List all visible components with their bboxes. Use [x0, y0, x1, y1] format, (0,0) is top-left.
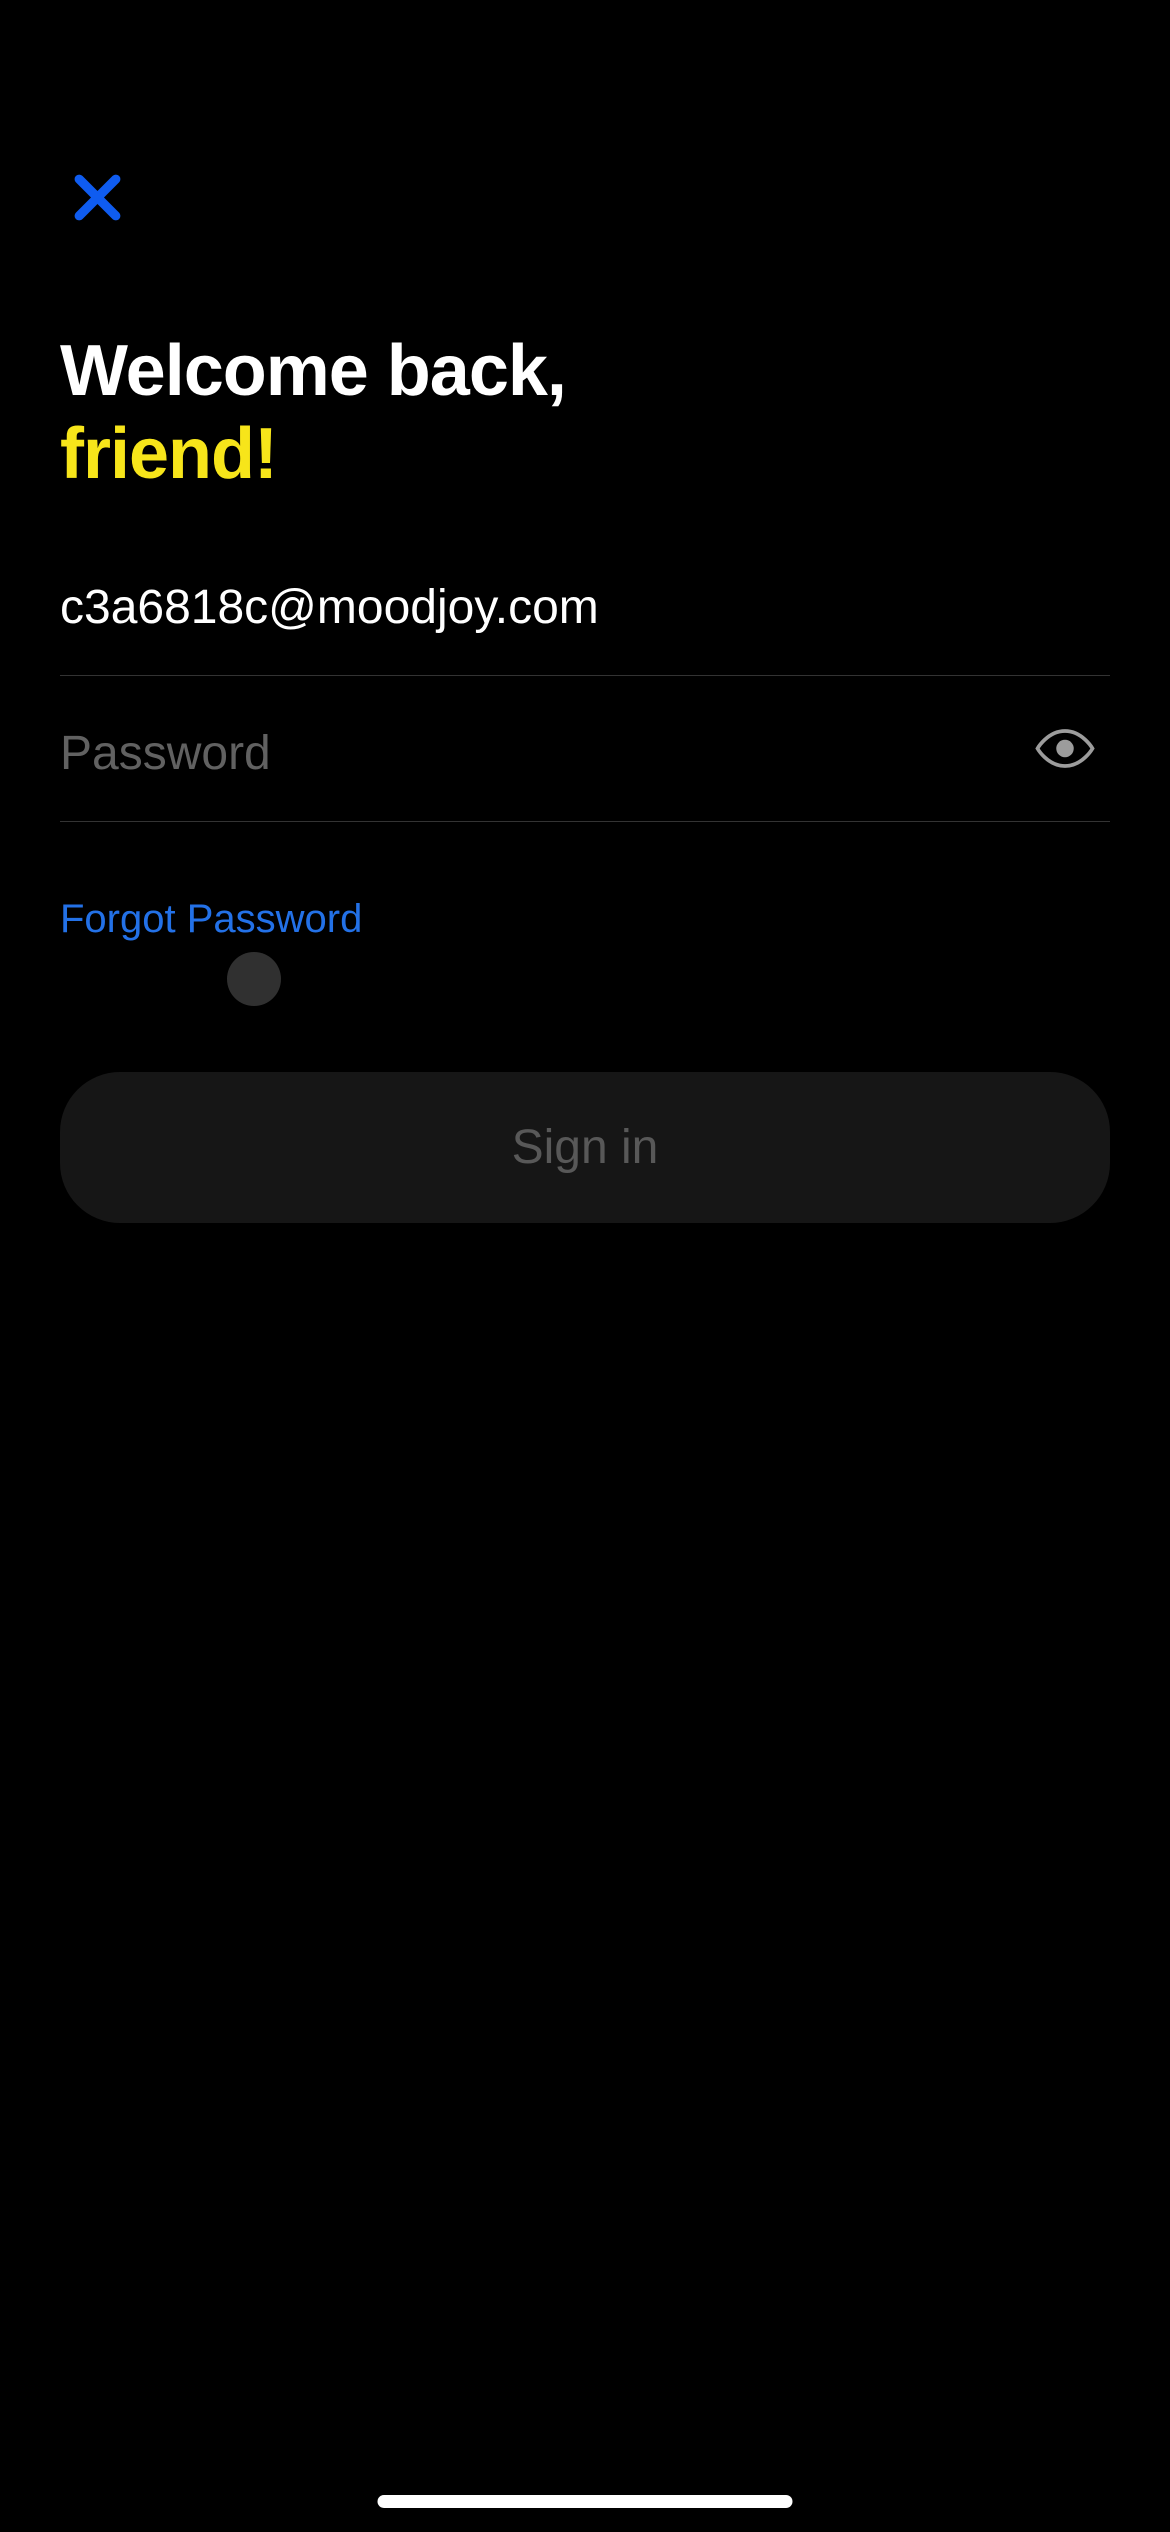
close-button[interactable] [60, 160, 135, 238]
header-title-line2: friend! [60, 413, 1110, 496]
close-icon [70, 213, 125, 228]
forgot-password-link[interactable]: Forgot Password [60, 897, 362, 942]
header-title-line1: Welcome back, [60, 330, 1110, 413]
password-field[interactable] [60, 726, 1110, 781]
welcome-header: Welcome back, friend! [60, 330, 1110, 496]
email-input-group [60, 580, 1110, 676]
home-indicator[interactable] [378, 2495, 793, 2508]
signin-form: Forgot Password Sign in [60, 580, 1110, 1223]
signin-button[interactable]: Sign in [60, 1072, 1110, 1223]
eye-icon [1035, 759, 1095, 774]
password-input-group [60, 726, 1110, 822]
email-field[interactable] [60, 580, 1110, 635]
toggle-password-visibility-button[interactable] [1030, 721, 1100, 779]
